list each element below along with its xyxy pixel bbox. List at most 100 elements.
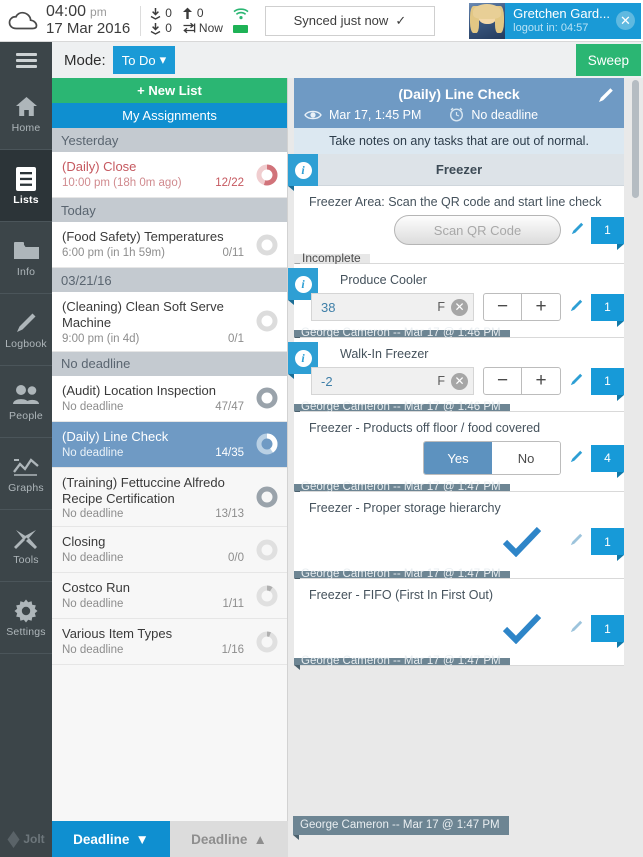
sync-status-button[interactable]: Synced just now ✓ [264, 5, 435, 36]
sidebar-item-home[interactable]: Home [0, 78, 52, 150]
task-edit-icon[interactable] [570, 449, 584, 468]
status-bar: 04:00 pm 17 Mar 2016 0 0 0 Now Synced ju… [0, 0, 643, 42]
sidebar-item-logbook[interactable]: Logbook [0, 294, 52, 366]
task-signature-wrap: George Cameron -- Mar 17 @ 1:46 PM [294, 327, 624, 342]
list-item[interactable]: (Audit) Location Inspection No deadline … [52, 375, 287, 422]
new-list-button[interactable]: + New List [52, 78, 287, 103]
stepper-plus[interactable]: + [522, 294, 560, 320]
task-badge[interactable]: 4 [591, 444, 624, 478]
temperature-input[interactable]: -2 F ✕ [311, 367, 474, 395]
detail-deadline: No deadline [471, 107, 539, 122]
check-toggle[interactable] [503, 613, 561, 644]
task-edit-icon[interactable] [570, 532, 584, 551]
task-signature: George Cameron -- Mar 17 @ 1:47 PM [294, 481, 510, 496]
list-item[interactable]: (Daily) Line Check No deadline 14/35 [52, 421, 287, 468]
sidebar-item-info[interactable]: Info [0, 222, 52, 294]
my-assignments-label: My Assignments [122, 108, 217, 123]
task-row: Freezer - Proper storage hierarchy 1 Geo… [294, 492, 624, 583]
list-item-deadline: No deadline [62, 644, 124, 657]
yes-no-toggle[interactable]: Yes No [423, 441, 561, 475]
list-item-title: (Food Safety) Temperatures [62, 229, 224, 244]
task-control: 38 F ✕ − + 1 [294, 291, 624, 330]
no-button[interactable]: No [492, 442, 560, 474]
caret-down-icon: ▼ [135, 831, 149, 847]
group-header-label: No deadline [61, 356, 131, 372]
task-edit-icon[interactable] [571, 221, 585, 240]
sync-counters: 0 Now [178, 6, 227, 36]
scrollbar[interactable] [632, 78, 639, 821]
sidebar-item-tools[interactable]: Tools [0, 510, 52, 582]
scrollbar-thumb[interactable] [632, 80, 639, 198]
clear-icon[interactable]: ✕ [451, 372, 468, 390]
list-item-title: (Training) Fettuccine Alfredo Recipe Cer… [62, 474, 225, 506]
list-item-deadline: No deadline [62, 400, 124, 413]
stepper-minus[interactable]: − [484, 294, 522, 320]
sort-deadline-asc-button[interactable]: Deadline ▲ [170, 821, 288, 857]
scan-qr-button[interactable]: Scan QR Code [394, 215, 561, 245]
task-edit-icon[interactable] [570, 298, 584, 317]
yes-button[interactable]: Yes [424, 442, 492, 474]
sidebar-item-lists[interactable]: Lists [0, 150, 52, 222]
wifi-icon [233, 8, 249, 20]
sort-desc-label: Deadline [73, 831, 130, 847]
sort-deadline-desc-button[interactable]: Deadline ▼ [52, 821, 170, 857]
download-count-2: 0 [165, 20, 172, 35]
checkmark-icon [503, 613, 541, 644]
detail-meta: Mar 17, 1:45 PM No deadline [304, 107, 614, 122]
clear-icon[interactable]: ✕ [451, 298, 468, 316]
progress-donut [256, 486, 278, 508]
temperature-value: 38 [321, 299, 336, 315]
close-icon[interactable]: ✕ [616, 11, 635, 30]
sidebar-item-people[interactable]: People [0, 366, 52, 438]
quantity-stepper[interactable]: − + [483, 367, 561, 395]
task-edit-icon[interactable] [570, 619, 584, 638]
list-item[interactable]: Various Item Types No deadline 1/16 [52, 619, 287, 666]
sidebar-item-label: Lists [13, 193, 39, 206]
sort-asc-label: Deadline [191, 831, 248, 847]
task-badge-count: 1 [604, 534, 611, 549]
user-chip[interactable]: Gretchen Gard... logout in: 04:57 ✕ [469, 2, 641, 39]
mode-bar: Mode: To Do ▾ Sweep [0, 42, 643, 78]
mode-dropdown[interactable]: To Do ▾ [112, 46, 176, 74]
list-item-title: (Cleaning) Clean Soft Serve Machine [62, 299, 224, 330]
caret-up-icon: ▲ [253, 831, 267, 847]
temperature-input[interactable]: 38 F ✕ [311, 293, 474, 321]
quantity-stepper[interactable]: − + [483, 293, 561, 321]
detail-note: Take notes on any tasks that are out of … [294, 128, 624, 154]
signal-indicators [227, 8, 255, 33]
task-badge[interactable]: 1 [591, 528, 624, 561]
info-icon: i [294, 275, 312, 293]
edit-icon[interactable] [598, 86, 615, 108]
task-badge[interactable]: 1 [591, 367, 624, 401]
stepper-minus[interactable]: − [484, 368, 522, 394]
task-badge[interactable]: 1 [591, 216, 624, 250]
list-panel: + New List My Assignments Yesterday (Dai… [52, 78, 288, 821]
list-item[interactable]: (Training) Fettuccine Alfredo Recipe Cer… [52, 467, 287, 528]
list-item[interactable]: (Daily) Close 10:00 pm (18h 0m ago) 12/2… [52, 152, 287, 198]
task-badge[interactable]: 1 [591, 615, 624, 648]
list-item[interactable]: (Food Safety) Temperatures 6:00 pm (in 1… [52, 222, 287, 268]
hamburger-icon[interactable] [0, 42, 52, 78]
sidebar: Home Lists Info Logbook People Graphs To… [0, 78, 52, 821]
sidebar-item-settings[interactable]: Settings [0, 582, 52, 654]
stepper-plus[interactable]: + [522, 368, 560, 394]
task-edit-icon[interactable] [570, 372, 584, 391]
list-item-deadline: No deadline [62, 508, 124, 521]
task-signature-wrap: George Cameron -- Mar 17 @ 1:47 PM [294, 481, 624, 496]
my-assignments-button[interactable]: My Assignments [52, 103, 287, 128]
mode-label: Mode: [64, 51, 106, 69]
task-badge[interactable]: 1 [591, 293, 624, 327]
sidebar-item-label: Settings [6, 625, 46, 638]
sweep-button[interactable]: Sweep [575, 44, 641, 76]
info-tab[interactable]: i [288, 154, 318, 191]
sidebar-item-graphs[interactable]: Graphs [0, 438, 52, 510]
list-item[interactable]: Costco Run No deadline 1/11 [52, 573, 287, 620]
task-signature-wrap: George Cameron -- Mar 17 @ 1:47 PM [294, 655, 624, 670]
gear-icon [14, 598, 38, 624]
jolt-icon [7, 830, 20, 848]
list-item-title: Closing [62, 534, 106, 550]
check-toggle[interactable] [503, 526, 561, 557]
list-item[interactable]: Closing No deadline 0/0 [52, 527, 287, 574]
list-item[interactable]: (Cleaning) Clean Soft Serve Machine 9:00… [52, 292, 287, 352]
list-item-deadline: 6:00 pm (in 1h 59m) [62, 246, 165, 259]
